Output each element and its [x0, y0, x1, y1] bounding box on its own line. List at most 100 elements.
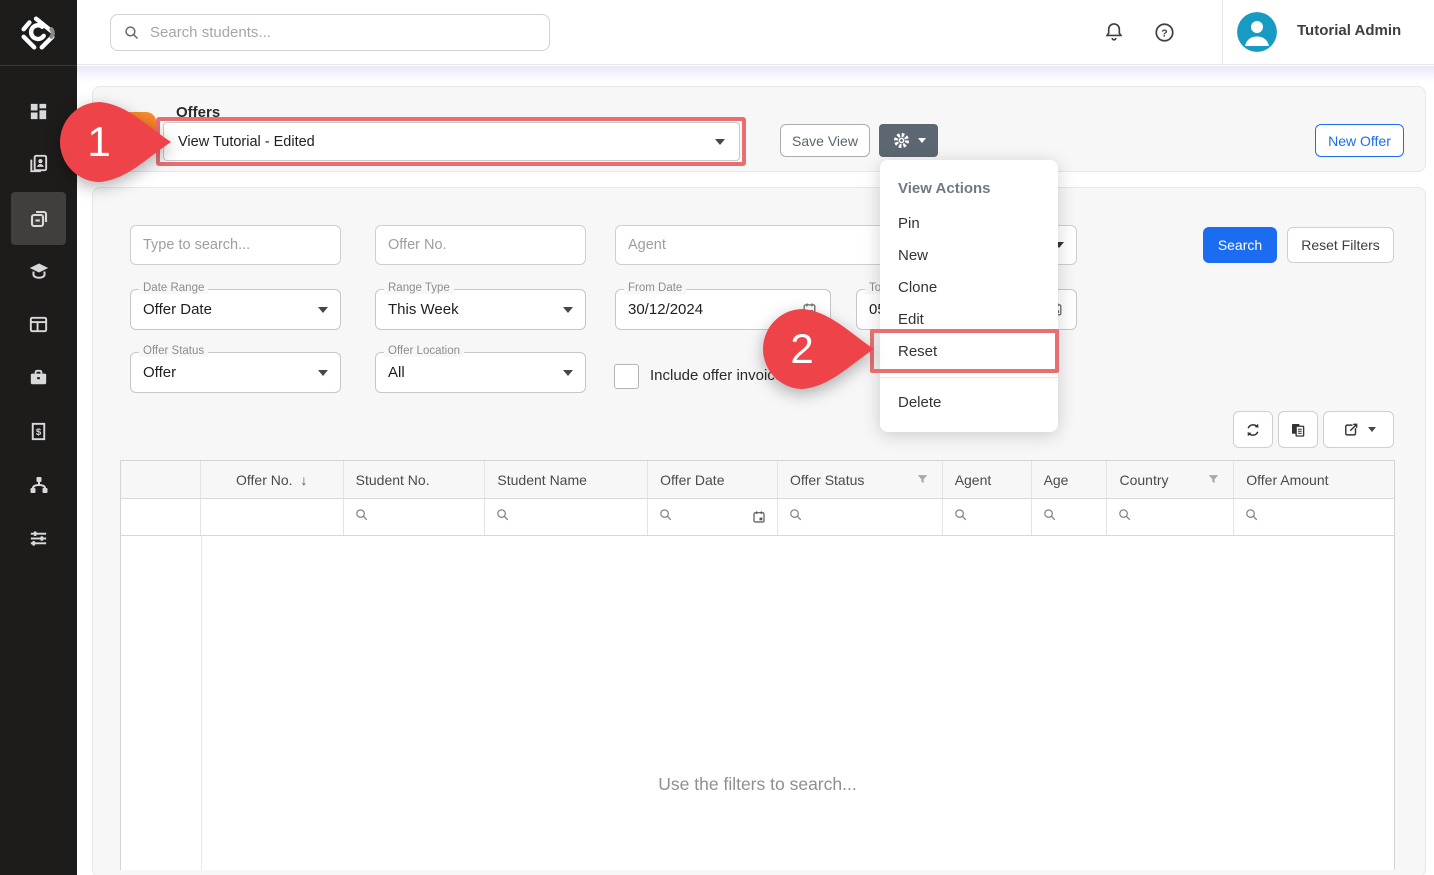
sidebar-item-offers[interactable]	[11, 192, 66, 245]
column-filter-student-no[interactable]	[344, 499, 486, 535]
offer-status-select[interactable]: Offer Status Offer	[130, 352, 341, 393]
offers-icon	[27, 207, 51, 231]
column-filter-offer-status[interactable]	[778, 499, 943, 535]
view-actions-menu-header: View Actions	[880, 172, 1058, 207]
app-logo[interactable]	[14, 9, 62, 57]
table-filter-row	[121, 499, 1394, 536]
search-icon	[354, 507, 369, 527]
sidebar-item-boards[interactable]	[11, 298, 66, 351]
menu-item-new[interactable]: New	[880, 239, 1058, 271]
save-view-button[interactable]: Save View	[780, 124, 870, 157]
column-header-offer-amount[interactable]: Offer Amount	[1234, 461, 1394, 498]
sidebar-item-dashboard[interactable]	[11, 85, 66, 138]
global-search-placeholder: Search students...	[150, 24, 271, 41]
view-actions-menu-items: PinNewCloneEditReset Delete	[880, 207, 1058, 418]
filter-funnel-icon[interactable]	[1206, 472, 1221, 487]
chevron-down-icon	[563, 307, 573, 313]
calendar-icon[interactable]	[801, 301, 818, 318]
date-range-select[interactable]: Date Range Offer Date	[130, 289, 341, 330]
column-label: Agent	[955, 472, 992, 488]
from-date-field[interactable]: From Date 30/12/2024	[615, 289, 831, 330]
menu-item-delete[interactable]: Delete	[880, 386, 1058, 418]
table-body: Use the filters to search...	[121, 536, 1394, 870]
column-filter-row-select	[121, 499, 201, 535]
column-header-row-select	[121, 461, 201, 498]
calendar-icon[interactable]	[751, 509, 767, 525]
chevron-down-icon	[715, 139, 725, 145]
menu-item-clone[interactable]: Clone	[880, 271, 1058, 303]
export-button[interactable]	[1323, 411, 1394, 448]
notifications-button[interactable]	[1095, 13, 1133, 51]
filter-funnel-icon[interactable]	[915, 472, 930, 487]
table-column-separator	[201, 536, 202, 870]
offer-no-input[interactable]: Offer No.	[375, 225, 586, 265]
sidebar-item-courses[interactable]	[11, 244, 66, 297]
info-icon[interactable]	[812, 367, 829, 384]
column-header-age[interactable]: Age	[1032, 461, 1108, 498]
view-selector-value: View Tutorial - Edited	[178, 134, 315, 150]
column-label: Offer Amount	[1246, 472, 1328, 488]
menu-item-edit[interactable]: Edit	[880, 303, 1058, 335]
sort-desc-icon: ↓	[301, 472, 308, 488]
column-header-offer-date[interactable]: Offer Date	[648, 461, 778, 498]
topbar: Search students... ? Tutorial Admin	[77, 0, 1434, 65]
column-filter-offer-date[interactable]	[648, 499, 778, 535]
column-label: Offer Status	[790, 472, 864, 488]
column-header-agent[interactable]: Agent	[943, 461, 1032, 498]
agents-icon	[27, 473, 51, 497]
help-button[interactable]: ?	[1145, 13, 1183, 51]
column-label: Age	[1044, 472, 1069, 488]
sidebar-item-invoices[interactable]: $	[11, 405, 66, 458]
gear-icon	[892, 131, 911, 150]
search-icon	[123, 24, 140, 41]
page-title: Offers	[176, 104, 220, 121]
new-offer-button[interactable]: New Offer	[1315, 124, 1404, 157]
copy-icon	[1289, 421, 1307, 439]
sidebar-item-students[interactable]	[11, 137, 66, 190]
refresh-button[interactable]	[1233, 411, 1273, 448]
invoices-icon: $	[27, 420, 50, 443]
column-filter-country[interactable]	[1107, 499, 1234, 535]
column-filter-agent[interactable]	[943, 499, 1032, 535]
offer-location-select[interactable]: Offer Location All	[375, 352, 586, 393]
column-header-student-name[interactable]: Student Name	[485, 461, 648, 498]
column-header-country[interactable]: Country	[1107, 461, 1234, 498]
help-icon: ?	[1153, 21, 1176, 44]
export-icon	[1342, 421, 1360, 439]
menu-item-reset[interactable]: Reset	[880, 335, 1058, 367]
table-empty-message: Use the filters to search...	[121, 774, 1394, 795]
svg-text:?: ?	[1161, 27, 1167, 39]
chevron-down-icon	[563, 370, 573, 376]
column-header-offer-no[interactable]: Offer No.↓	[201, 461, 344, 498]
reset-filters-button[interactable]: Reset Filters	[1287, 227, 1394, 263]
column-header-student-no[interactable]: Student No.	[344, 461, 486, 498]
sidebar-item-services[interactable]	[11, 351, 66, 404]
copy-button[interactable]	[1278, 411, 1318, 448]
table-header-row: Offer No.↓Student No.Student NameOffer D…	[121, 461, 1394, 499]
column-filter-age[interactable]	[1032, 499, 1108, 535]
sidebar-item-agents[interactable]	[11, 458, 66, 511]
column-header-offer-status[interactable]: Offer Status	[778, 461, 943, 498]
view-actions-gear-button[interactable]	[879, 124, 938, 157]
include-offer-invoices-checkbox[interactable]	[614, 364, 639, 389]
view-selector-dropdown[interactable]: View Tutorial - Edited	[163, 122, 740, 161]
range-type-select[interactable]: Range Type This Week	[375, 289, 586, 330]
user-avatar[interactable]	[1237, 12, 1277, 52]
search-icon	[1244, 507, 1259, 527]
dashboard-icon	[27, 100, 50, 123]
global-search-input[interactable]: Search students...	[110, 14, 550, 51]
user-name[interactable]: Tutorial Admin	[1297, 22, 1401, 39]
app-logo-icon	[17, 12, 59, 54]
column-filter-student-name[interactable]	[485, 499, 648, 535]
svg-text:$: $	[36, 427, 42, 438]
menu-item-pin[interactable]: Pin	[880, 207, 1058, 239]
sidebar-divider	[0, 65, 77, 66]
sidebar-item-settings[interactable]	[11, 512, 66, 565]
search-button[interactable]: Search	[1203, 227, 1277, 263]
type-to-search-input[interactable]: Type to search...	[130, 225, 341, 265]
chevron-down-icon	[318, 307, 328, 313]
offers-table: Offer No.↓Student No.Student NameOffer D…	[120, 460, 1395, 870]
column-filter-offer-amount[interactable]	[1234, 499, 1394, 535]
chevron-down-icon	[318, 370, 328, 376]
chevron-down-icon	[918, 138, 926, 143]
